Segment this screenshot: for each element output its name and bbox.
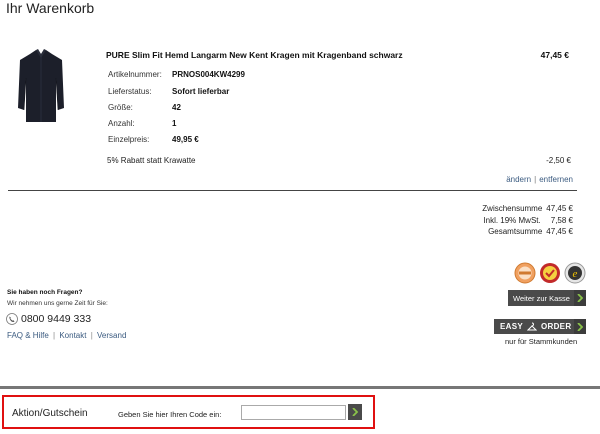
delivery-status-value: Sofort lieferbar	[172, 87, 230, 96]
vat-row: Inkl. 19% MwSt. 7,58 €	[482, 215, 573, 227]
help-text: Wir nehmen uns gerne Zeit für Sie:	[7, 300, 108, 307]
faq-link[interactable]: FAQ & Hilfe	[7, 331, 49, 340]
help-links: FAQ & Hilfe | Kontakt | Versand	[7, 331, 126, 340]
shipping-link[interactable]: Versand	[97, 331, 126, 340]
help-link-separator: |	[53, 331, 56, 340]
article-number-label: Artikelnummer:	[108, 70, 162, 79]
phone-icon	[6, 313, 18, 325]
size-label: Größe:	[108, 103, 133, 112]
chevron-right-icon	[574, 290, 586, 306]
phone-row: 0800 9449 333	[6, 313, 91, 325]
order-word: ORDER	[541, 322, 572, 331]
subtotal-row: Zwischensumme 47,45 €	[482, 203, 573, 215]
item-actions: ändern | entfernen	[506, 175, 573, 184]
subtotal-value: 47,45 €	[546, 204, 573, 213]
contact-link[interactable]: Kontakt	[59, 331, 86, 340]
subtotal-label: Zwischensumme	[482, 204, 543, 213]
trust-seals[interactable]: e	[514, 262, 588, 284]
checkout-button-label: Weiter zur Kasse	[513, 293, 570, 303]
chevron-right-icon	[574, 319, 586, 334]
checkout-button[interactable]: Weiter zur Kasse	[508, 290, 586, 306]
quality-seal-icon	[540, 263, 560, 283]
grand-total-row: Gesamtsumme 47,45 €	[482, 226, 573, 238]
unit-price-label: Einzelpreis:	[108, 135, 150, 144]
help-title: Sie haben noch Fragen?	[7, 289, 83, 296]
article-number-value: PRNOS004KW4299	[172, 70, 245, 79]
size-value: 42	[172, 103, 181, 112]
voucher-prompt: Geben Sie hier Ihren Code ein:	[118, 410, 222, 419]
edit-item-link[interactable]: ändern	[506, 175, 531, 184]
chevron-right-icon	[352, 408, 358, 416]
section-band	[0, 386, 600, 389]
divider	[8, 190, 577, 191]
ecommerce-seal-icon: e	[564, 262, 586, 284]
product-image[interactable]	[16, 48, 66, 124]
hanger-icon	[527, 322, 537, 331]
grand-total-value: 47,45 €	[546, 227, 573, 236]
discount-label: 5% Rabatt statt Krawatte	[107, 156, 196, 165]
voucher-title: Aktion/Gutschein	[12, 408, 88, 419]
remove-item-link[interactable]: entfernen	[539, 175, 573, 184]
cart-totals: Zwischensumme 47,45 € Inkl. 19% MwSt. 7,…	[482, 203, 573, 238]
easy-word: EASY	[500, 322, 523, 331]
product-price: 47,45 €	[540, 50, 569, 60]
shop-seal-icon	[514, 262, 536, 284]
quantity-label: Anzahl:	[108, 119, 135, 128]
help-link-separator: |	[90, 331, 93, 340]
vat-value: 7,58 €	[550, 215, 573, 225]
unit-price-value: 49,95 €	[172, 135, 199, 144]
delivery-status-label: Lieferstatus:	[108, 87, 152, 96]
easy-order-button[interactable]: EASY ORDER	[494, 319, 586, 334]
page-title: Ihr Warenkorb	[6, 0, 95, 16]
discount-value: -2,50 €	[546, 156, 571, 165]
action-separator: |	[534, 175, 537, 184]
quantity-value: 1	[172, 119, 177, 128]
voucher-code-input[interactable]	[241, 405, 346, 420]
voucher-section: Aktion/Gutschein Geben Sie hier Ihren Co…	[2, 395, 375, 429]
svg-text:e: e	[573, 268, 578, 280]
voucher-submit-button[interactable]	[348, 404, 362, 420]
product-name[interactable]: PURE Slim Fit Hemd Langarm New Kent Krag…	[106, 50, 403, 60]
grand-total-label: Gesamtsumme	[488, 227, 543, 236]
phone-number[interactable]: 0800 9449 333	[21, 313, 91, 325]
vat-label: Inkl. 19% MwSt.	[483, 215, 541, 225]
easy-order-note: nur für Stammkunden	[505, 337, 578, 346]
